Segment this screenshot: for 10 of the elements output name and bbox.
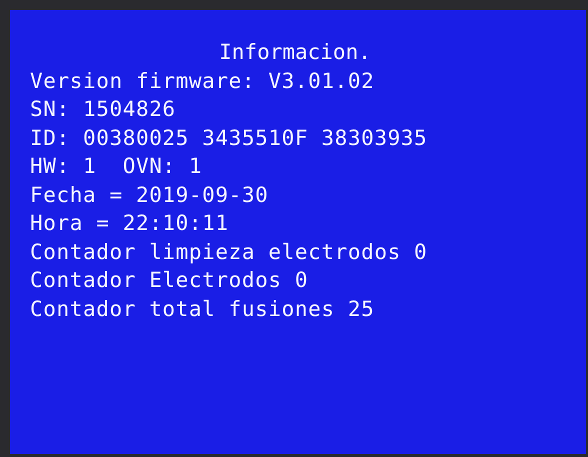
info-line: HW: 1 OVN: 1 xyxy=(30,153,202,180)
info-line: SN: 1504826 xyxy=(30,96,176,123)
info-line: ID: 00380025 3435510F 38303935 xyxy=(30,124,428,152)
info-line: Contador limpieza electrodos 0 xyxy=(30,238,428,266)
info-line: Fecha = 2019-09-30 xyxy=(30,182,268,208)
info-line: Contador total fusiones 25 xyxy=(30,296,374,322)
info-line: Version firmware: V3.01.02 xyxy=(30,68,374,94)
info-line: Hora = 22:10:11 xyxy=(30,210,229,237)
screen-title: Informacion. xyxy=(219,39,372,66)
info-line: Contador Electrodos 0 xyxy=(30,267,308,294)
